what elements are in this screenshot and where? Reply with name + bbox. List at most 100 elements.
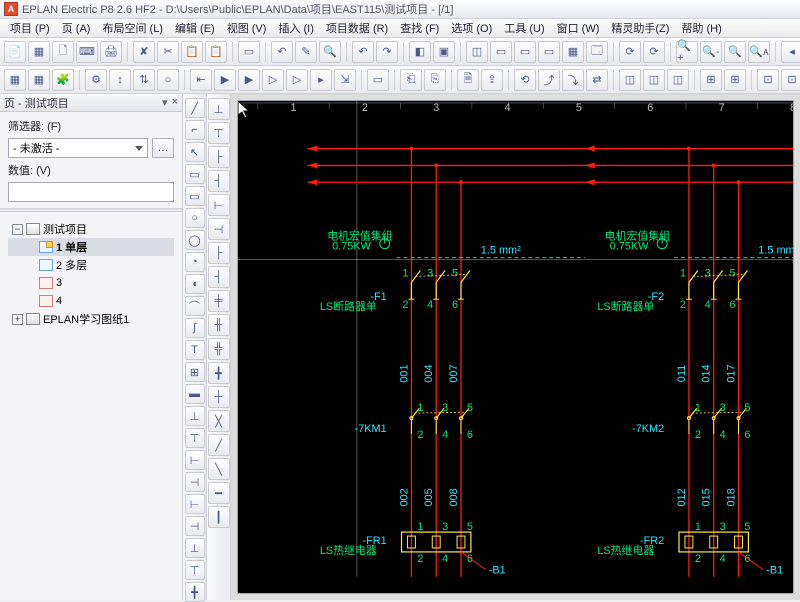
toolbar-button[interactable]: ✘ [133,41,155,63]
tree-page-row[interactable]: 3 [8,274,174,292]
toolbar-button[interactable]: ▭ [367,69,389,91]
draw-tool-button[interactable]: ⊣ [185,472,205,492]
symbol-tool-button[interactable]: ⊥ [208,98,230,120]
draw-tool-button[interactable]: ⊤ [185,560,205,580]
symbol-tool-button[interactable]: ┼ [208,386,230,408]
draw-tool-button[interactable]: ○ [185,208,205,228]
toolbar-button[interactable]: 🖨 [100,41,122,63]
menu-insert[interactable]: 插入 (I) [272,18,319,38]
symbol-tool-button[interactable]: ╬ [208,338,230,360]
draw-tool-button[interactable]: ◖ [185,274,205,294]
draw-tool-button[interactable]: ╋ [185,582,205,602]
menu-layout[interactable]: 布局空间 (L) [96,18,169,38]
menu-edit[interactable]: 编辑 (E) [169,18,221,38]
toolbar-button[interactable]: ▭ [238,41,260,63]
toolbar-button[interactable]: ▦ [28,69,50,91]
symbol-tool-button[interactable]: ━ [208,482,230,504]
toolbar-button[interactable]: 🗋 [52,41,74,63]
toolbar-button[interactable]: 📋 [181,41,203,63]
toolbar-button[interactable]: ▦ [4,69,26,91]
draw-tool-button[interactable]: ◔ [185,252,205,272]
draw-tool-button[interactable]: ╱ [185,98,205,118]
toolbar-button[interactable]: ▭ [514,41,536,63]
menu-find[interactable]: 查找 (F) [394,18,445,38]
toolbar-button[interactable]: ⎗ [400,69,422,91]
toolbar-button[interactable]: ⇪ [481,69,503,91]
toolbar-button[interactable]: ⇲ [334,69,356,91]
tree-page-row[interactable]: 2 多层 [8,256,174,274]
draw-tool-button[interactable]: ⊥ [185,406,205,426]
toolbar-button[interactable]: ○ [157,69,179,91]
toolbar-button[interactable]: 🔍 [724,41,746,63]
symbol-tool-button[interactable]: ╲ [208,458,230,480]
toolbar-button[interactable]: ↕ [109,69,131,91]
symbol-tool-button[interactable]: ╳ [208,410,230,432]
menu-window[interactable]: 窗口 (W) [551,18,606,38]
toolbar-button[interactable]: ▸ [310,69,332,91]
draw-tool-button[interactable]: ◯ [185,230,205,250]
toolbar-button[interactable]: ↷ [376,41,398,63]
symbol-tool-button[interactable]: ┤ [208,266,230,288]
draw-tool-button[interactable]: ↖ [185,142,205,162]
symbol-tool-button[interactable]: ⊤ [208,122,230,144]
toolbar-button[interactable]: ⊡ [757,69,779,91]
toolbar-button[interactable]: 📄 [4,41,26,63]
toolbar-button[interactable]: ⌨ [76,41,98,63]
toolbar-button[interactable]: 🔍ᴀ [748,41,770,63]
draw-tool-button[interactable]: ⌐ [185,120,205,140]
toolbar-button[interactable]: 🗔 [586,41,608,63]
schematic-canvas[interactable]: 12345678电机宏值集组0.75KW1.5 mm²-F1LS断路器单1234… [237,100,794,594]
symbol-tool-button[interactable]: ╱ [208,434,230,456]
symbol-tool-button[interactable]: ├ [208,242,230,264]
menu-options[interactable]: 选项 (O) [445,18,498,38]
toolbar-button[interactable]: ▣ [433,41,455,63]
toolbar-button[interactable]: ▶ [214,69,236,91]
toolbar-button[interactable]: ▷ [262,69,284,91]
toolbar-button[interactable]: ▦ [562,41,584,63]
toolbar-button[interactable]: ⇅ [133,69,155,91]
draw-tool-button[interactable]: ⊢ [185,450,205,470]
symbol-tool-button[interactable]: ╪ [208,290,230,312]
toolbar-button[interactable]: 🔍 [319,41,341,63]
draw-tool-button[interactable]: T [185,340,205,360]
filter-combo[interactable]: - 未激活 - [8,138,148,158]
toolbar-button[interactable]: ◫ [667,69,689,91]
toolbar-button[interactable]: ↶ [352,41,374,63]
tree-page-row[interactable]: 1 单层 [8,238,174,256]
draw-tool-button[interactable]: ▭ [185,186,205,206]
toolbar-button[interactable]: ⇤ [190,69,212,91]
page-tree[interactable]: − 测试项目 1 单层 2 多层 3 [8,218,174,330]
menu-page[interactable]: 页 (A) [56,18,97,38]
value-input[interactable] [8,182,174,202]
symbol-tool-button[interactable]: ╫ [208,314,230,336]
toolbar-button[interactable]: ✂ [157,41,179,63]
menu-help[interactable]: 帮助 (H) [675,18,727,38]
toolbar-button[interactable]: ⊡ [781,69,800,91]
menu-project[interactable]: 项目 (P) [4,18,56,38]
panel-close-icon[interactable]: × [172,96,178,109]
toolbar-button[interactable]: ⟳ [643,41,665,63]
expand-icon[interactable]: + [12,314,23,325]
draw-tool-button[interactable]: ⊤ [185,428,205,448]
menu-tools[interactable]: 工具 (U) [498,18,550,38]
toolbar-button[interactable]: ◂ [781,41,800,63]
toolbar-button[interactable]: ▷ [286,69,308,91]
toolbar-button[interactable]: ⊞ [700,69,722,91]
toolbar-button[interactable]: ▶ [238,69,260,91]
toolbar-button[interactable]: ↶ [271,41,293,63]
tree-project-row[interactable]: + EPLAN学习图纸1 [8,310,174,328]
tree-page-row[interactable]: 4 [8,292,174,310]
draw-tool-button[interactable]: ⊞ [185,362,205,382]
toolbar-button[interactable]: ⎘ [424,69,446,91]
symbol-tool-button[interactable]: ┤ [208,170,230,192]
toolbar-button[interactable]: 🗎 [457,69,479,91]
toolbar-button[interactable]: ✎ [295,41,317,63]
panel-pin-icon[interactable]: ▾ [162,96,168,109]
menu-wizard[interactable]: 精灵助手(Z) [605,18,675,38]
symbol-tool-button[interactable]: ⊣ [208,218,230,240]
draw-tool-button[interactable]: ⊥ [185,538,205,558]
toolbar-button[interactable]: ⇄ [586,69,608,91]
toolbar-button[interactable]: ⟳ [619,41,641,63]
toolbar-button[interactable]: 🔍+ [676,41,698,63]
tree-project-row[interactable]: − 测试项目 [8,220,174,238]
